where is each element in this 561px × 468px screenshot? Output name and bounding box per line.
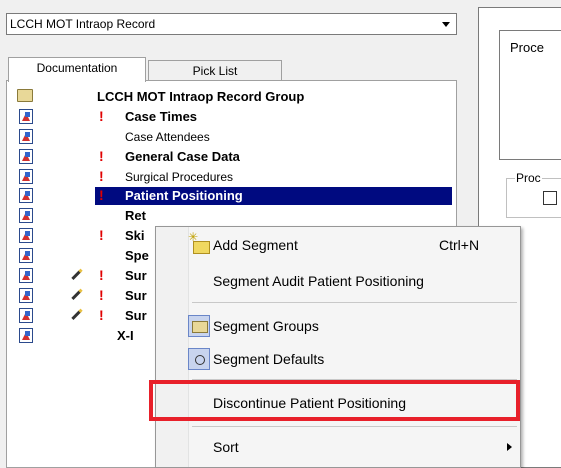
menu-item-segment-defaults[interactable]: Segment Defaults: [156, 344, 520, 374]
menu-item-label: Segment Audit Patient Positioning: [213, 273, 424, 289]
menu-item-label: Add Segment: [213, 237, 298, 253]
menu-item-label: Discontinue Patient Positioning: [213, 395, 407, 411]
form-icon: [19, 268, 33, 283]
tree-item[interactable]: ! General Case Data: [7, 148, 452, 166]
record-select-dropdown[interactable]: LCCH MOT Intraop Record: [6, 13, 457, 35]
tree-item-label: Case Attendees: [125, 130, 210, 144]
required-icon: !: [99, 108, 104, 124]
form-icon: [19, 188, 33, 203]
tab-documentation[interactable]: Documentation: [8, 57, 146, 82]
required-icon: !: [99, 187, 104, 203]
menu-item-label: Segment Groups: [213, 318, 319, 334]
form-icon: [19, 129, 33, 144]
record-select-value: LCCH MOT Intraop Record: [10, 17, 156, 31]
menu-separator: [192, 379, 517, 380]
form-icon: [19, 109, 33, 124]
required-icon: !: [99, 227, 104, 243]
tree-item-label: Case Times: [125, 109, 198, 124]
menu-item-label: Sort: [213, 439, 239, 455]
tree-item-label: Ski: [125, 228, 145, 243]
form-icon: [19, 169, 33, 184]
menu-item-segment-groups[interactable]: Segment Groups: [156, 311, 520, 341]
tree-item[interactable]: Ret: [7, 207, 452, 225]
required-icon: !: [99, 267, 104, 283]
form-icon: [19, 308, 33, 323]
pencil-icon: [69, 287, 86, 304]
form-icon: [19, 149, 33, 164]
form-icon: [19, 328, 33, 343]
tree-item-label: Surgical Procedures: [125, 170, 234, 184]
required-icon: !: [99, 307, 104, 323]
tree-item-label: Sur: [125, 268, 147, 283]
menu-item-add-segment[interactable]: Add Segment Ctrl+N: [156, 230, 520, 260]
pencil-icon: [69, 267, 86, 284]
menu-item-sort[interactable]: Sort: [156, 432, 520, 462]
procedure-box: Proce: [499, 30, 561, 160]
defaults-icon: [188, 348, 210, 370]
folder-icon: [188, 315, 210, 337]
form-icon: [19, 208, 33, 223]
new-folder-icon: [188, 230, 212, 256]
submenu-arrow-icon: [507, 443, 512, 451]
form-icon: [19, 228, 33, 243]
pencil-icon: [69, 307, 86, 324]
menu-separator: [192, 426, 517, 427]
tree-item-selected[interactable]: ! Patient Positioning: [7, 187, 452, 205]
tree-item-label: Ret: [125, 208, 146, 223]
context-menu: Add Segment Ctrl+N Segment Audit Patient…: [155, 226, 521, 468]
tab-documentation-label: Documentation: [36, 61, 118, 75]
tab-pick-list[interactable]: Pick List: [148, 60, 282, 82]
menu-item-segment-audit[interactable]: Segment Audit Patient Positioning: [156, 266, 520, 296]
tree-item[interactable]: Case Attendees: [7, 128, 452, 146]
form-icon: [19, 288, 33, 303]
form-icon: [19, 248, 33, 263]
required-icon: !: [99, 148, 104, 164]
tree-item[interactable]: ! Case Times: [7, 108, 452, 126]
menu-separator: [192, 302, 517, 303]
tab-pick-list-label: Pick List: [192, 64, 238, 78]
required-icon: !: [99, 168, 104, 184]
procedure-label: Proce: [510, 40, 544, 55]
tree-item-label: X-I: [117, 328, 134, 343]
tree-root[interactable]: LCCH MOT Intraop Record Group: [7, 88, 452, 106]
folder-icon: [17, 89, 33, 102]
tree-item-label: Sur: [125, 288, 147, 303]
tree-root-label: LCCH MOT Intraop Record Group: [97, 89, 305, 104]
menu-item-discontinue[interactable]: Discontinue Patient Positioning: [156, 388, 520, 418]
tree-item-label: General Case Data: [125, 149, 240, 164]
chevron-down-icon[interactable]: [442, 22, 450, 27]
menu-item-shortcut: Ctrl+N: [439, 237, 480, 253]
procedure-group: Proc: [506, 171, 561, 218]
procedure-checkbox[interactable]: [543, 191, 557, 205]
procedure-group-label: Proc: [515, 171, 542, 185]
menu-item-label: Segment Defaults: [213, 351, 325, 367]
tree-item[interactable]: ! Surgical Procedures: [7, 168, 452, 186]
tree-item-label: Patient Positioning: [125, 188, 243, 203]
tree-item-label: Spe: [125, 248, 149, 263]
required-icon: !: [99, 287, 104, 303]
tree-item-label: Sur: [125, 308, 147, 323]
